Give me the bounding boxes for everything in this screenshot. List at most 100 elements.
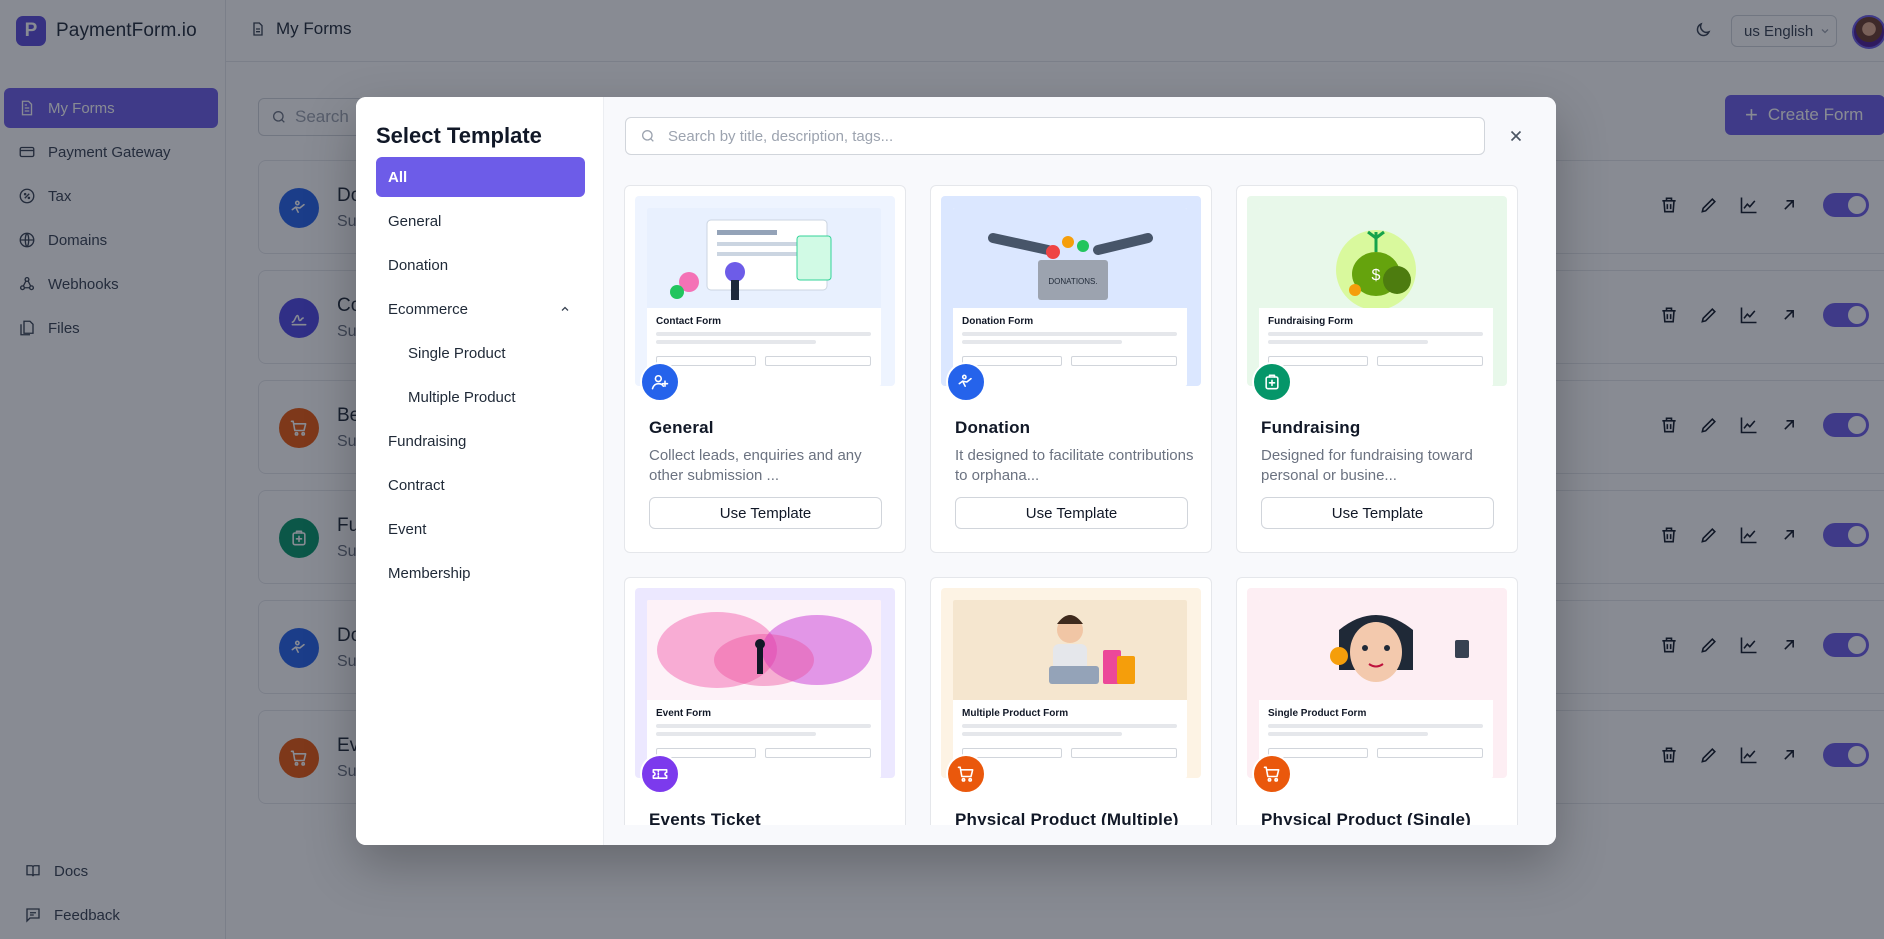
- template-card[interactable]: Multiple Product Form Physical Product (M…: [930, 577, 1212, 825]
- thumbnail-line: [656, 732, 816, 736]
- template-grid: Contact Form General Collect leads, enquir…: [624, 185, 1534, 825]
- template-type-badge: [1252, 362, 1292, 402]
- thumbnail-form-title: Fundraising Form: [1268, 316, 1353, 327]
- thumbnail-preview: Single Product Form: [1259, 600, 1493, 778]
- thumbnail-line: [656, 724, 871, 728]
- select-template-modal: Select Template All General Donation Eco…: [356, 97, 1556, 845]
- thumbnail-line: [1268, 732, 1428, 736]
- svg-text:DONATIONS.: DONATIONS.: [1048, 277, 1097, 286]
- ticket-icon: [652, 769, 668, 779]
- category-label: Membership: [388, 564, 471, 582]
- category-list: All General Donation Ecommerce Single Pr…: [376, 157, 585, 597]
- category-label: Contract: [388, 476, 445, 494]
- thumbnail-preview: DONATIONS. Donation Form: [953, 208, 1187, 386]
- search-icon: [642, 130, 654, 142]
- thumbnail-line: [962, 724, 1177, 728]
- use-template-button[interactable]: Use Template: [1261, 497, 1494, 529]
- thumbnail-form-title: Multiple Product Form: [962, 708, 1069, 719]
- template-name: General: [649, 418, 714, 437]
- template-thumbnail: DONATIONS. Donation Form: [941, 196, 1201, 386]
- thumbnail-line: [656, 340, 816, 344]
- template-type-badge: [946, 754, 986, 794]
- template-illustration: [1259, 600, 1493, 700]
- category-membership[interactable]: Membership: [376, 553, 585, 593]
- template-thumbnail: $ Fundraising Form: [1247, 196, 1507, 386]
- category-label: Ecommerce: [388, 300, 469, 318]
- category-donation[interactable]: Donation: [376, 245, 585, 285]
- template-name: Events Ticket: [649, 810, 761, 825]
- template-type-badge: [640, 754, 680, 794]
- template-card[interactable]: DONATIONS. Donation Form Donation It design…: [930, 185, 1212, 553]
- template-name: Physical Product (Multiple): [955, 810, 1179, 825]
- category-all[interactable]: All: [376, 157, 585, 197]
- thumbnail-preview: $ Fundraising Form: [1259, 208, 1493, 386]
- fundraising-icon: [1265, 374, 1279, 390]
- template-name: Physical Product (Single): [1261, 810, 1471, 825]
- template-card[interactable]: Contact Form General Collect leads, enquir…: [624, 185, 906, 553]
- thumbnail-line: [1268, 332, 1483, 336]
- template-thumbnail: Contact Form: [635, 196, 895, 386]
- thumbnail-field: [765, 356, 871, 366]
- thumbnail-preview: Contact Form: [647, 208, 881, 386]
- close-icon[interactable]: [1507, 127, 1525, 145]
- template-thumbnail: Event Form: [635, 588, 895, 778]
- thumbnail-field: [1071, 748, 1177, 758]
- category-label: General: [388, 212, 442, 230]
- thumbnail-preview: Multiple Product Form: [953, 600, 1187, 778]
- category-fundraising[interactable]: Fundraising: [376, 421, 585, 461]
- thumbnail-line: [656, 332, 871, 336]
- thumbnail-line: [962, 332, 1177, 336]
- thumbnail-preview: Event Form: [647, 600, 881, 778]
- category-contract[interactable]: Contract: [376, 465, 585, 505]
- modal-title: Select Template: [376, 123, 542, 148]
- category-label: All: [388, 168, 408, 186]
- template-description: Designed for fundraising toward personal…: [1261, 447, 1473, 484]
- use-template-button[interactable]: Use Template: [955, 497, 1188, 529]
- category-label: Event: [388, 520, 427, 538]
- thumbnail-field: [1071, 356, 1177, 366]
- category-single-product[interactable]: Single Product: [376, 333, 585, 373]
- thumbnail-form-title: Contact Form: [656, 316, 721, 327]
- template-illustration: DONATIONS.: [953, 208, 1187, 308]
- template-search-input[interactable]: [666, 126, 1446, 146]
- category-label: Single Product: [408, 344, 506, 362]
- template-description: It designed to facilitate contributions …: [955, 447, 1194, 484]
- cart-icon: [1263, 766, 1280, 782]
- thumbnail-line: [1268, 340, 1428, 344]
- thumbnail-field: [765, 748, 871, 758]
- template-type-badge: [946, 362, 986, 402]
- category-label: Multiple Product: [408, 388, 516, 406]
- template-illustration: [647, 208, 881, 308]
- template-card[interactable]: Event Form Events Ticket: [624, 577, 906, 825]
- category-event[interactable]: Event: [376, 509, 585, 549]
- template-content: Contact Form General Collect leads, enquir…: [604, 97, 1556, 845]
- template-illustration: $: [1259, 208, 1493, 308]
- template-card[interactable]: Single Product Form Physical Product (Sin…: [1236, 577, 1518, 825]
- template-thumbnail: Multiple Product Form: [941, 588, 1201, 778]
- chevron-up-icon[interactable]: [559, 303, 571, 315]
- thumbnail-line: [962, 732, 1122, 736]
- thumbnail-line: [962, 340, 1122, 344]
- template-illustration: [953, 600, 1187, 700]
- use-template-button[interactable]: Use Template: [649, 497, 882, 529]
- thumbnail-line: [1268, 724, 1483, 728]
- template-search[interactable]: [625, 117, 1485, 155]
- category-label: Donation: [388, 256, 449, 274]
- category-label: Fundraising: [388, 432, 467, 450]
- template-card[interactable]: $ Fundraising Form Fundraising Designed for…: [1236, 185, 1518, 553]
- template-name: Donation: [955, 418, 1031, 437]
- template-name: Fundraising: [1261, 418, 1361, 437]
- thumbnail-form-title: Donation Form: [962, 316, 1034, 327]
- thumbnail-field: [1377, 748, 1483, 758]
- category-multiple-product[interactable]: Multiple Product: [376, 377, 585, 417]
- category-ecommerce[interactable]: Ecommerce: [376, 289, 585, 329]
- user-plus-icon: [651, 374, 669, 390]
- thumbnail-form-title: Event Form: [656, 708, 712, 719]
- template-thumbnail: Single Product Form: [1247, 588, 1507, 778]
- category-panel: Select Template All General Donation Eco…: [356, 97, 604, 845]
- template-type-badge: [1252, 754, 1292, 794]
- category-general[interactable]: General: [376, 201, 585, 241]
- template-illustration: [647, 600, 881, 700]
- donation-icon: [958, 374, 972, 387]
- cart-icon: [957, 766, 974, 782]
